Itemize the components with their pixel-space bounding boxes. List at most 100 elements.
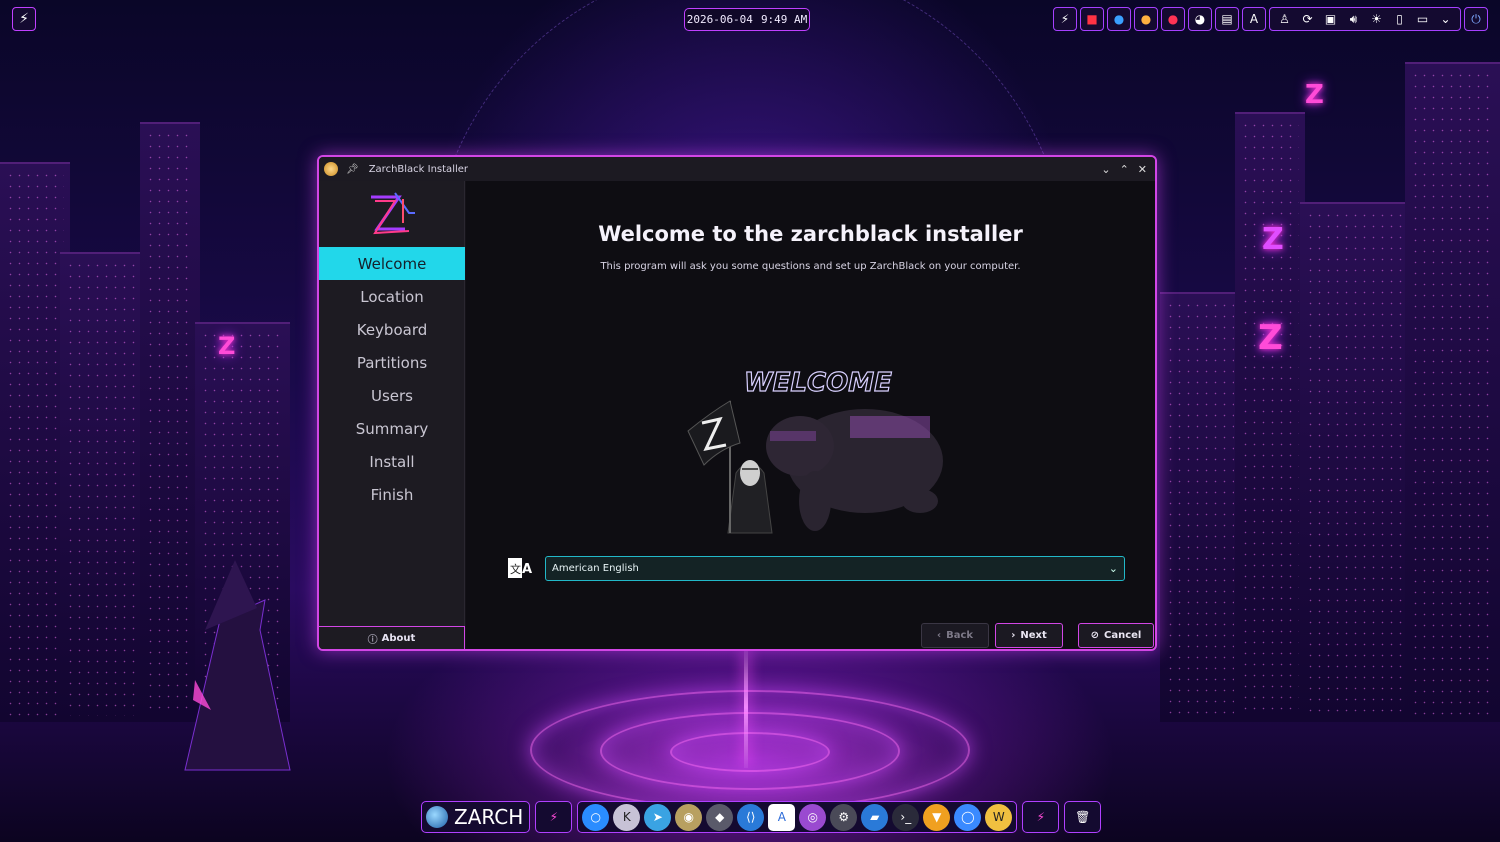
step-keyboard: Keyboard (356, 320, 428, 339)
chevron-down-icon: ⌄ (1108, 562, 1118, 575)
step-partitions: Partitions (356, 353, 428, 372)
wallpaper-building (60, 252, 150, 722)
power-icon: ⏻ (1471, 11, 1481, 26)
tray-palette[interactable]: ◕ (1188, 7, 1212, 31)
dock-app-telegram-icon[interactable]: ➤ (644, 803, 672, 831)
dock-app-kvantum-icon[interactable]: K (613, 803, 641, 831)
orange-app-icon: ● (1140, 12, 1152, 26)
water-ring (600, 712, 900, 790)
installer-app-icon (324, 162, 338, 176)
minimize-icon[interactable]: ⌄ (1101, 163, 1110, 176)
maximize-icon[interactable]: ⌃ (1120, 163, 1129, 176)
dock-app-vscode-icon[interactable]: ⟨⟩ (737, 803, 765, 831)
red-app-icon: ■ (1086, 12, 1098, 26)
dock-zarch-launcher-2[interactable]: ⚡ (1022, 801, 1060, 833)
dock: ZARCH ⚡ ○ K ➤ ◉ ◆ ⟨⟩ A ◎ ⚙ ▰ ›_ ▼ ◯ W ⚡ … (421, 801, 1102, 833)
zarch-logo-icon: ⚡ (1060, 12, 1070, 26)
dock-app-settings-icon[interactable]: ⚙ (830, 803, 858, 831)
zarch-logo-icon: ⚡ (549, 810, 559, 824)
neon-z-sign: Z (1262, 222, 1284, 257)
zarch-logo-icon: ⚡ (19, 11, 29, 27)
pin-icon[interactable]: 📌︎ (346, 164, 359, 175)
font-a-icon: A (1249, 12, 1259, 26)
chevron-right-icon: › (1011, 630, 1016, 641)
dock-app-writer-icon[interactable]: W (985, 803, 1013, 831)
dock-app-terminal-icon[interactable]: ›_ (892, 803, 920, 831)
terminal-icon[interactable]: ▣ (1320, 12, 1341, 26)
wallpaper-building (195, 322, 290, 722)
clock-date: 2026-06-04 (686, 13, 753, 26)
next-label: Next (1020, 630, 1047, 641)
tray-app-rose[interactable]: ● (1161, 7, 1185, 31)
light-beam (744, 648, 748, 768)
next-button[interactable]: › Next (995, 623, 1063, 648)
volume-icon[interactable]: 🔊︎ (1343, 12, 1364, 27)
window-icon: ▤ (1221, 12, 1233, 26)
step-users: Users (370, 386, 413, 405)
step-location: Location (360, 287, 424, 306)
clock[interactable]: 2026-06-04 9:49 AM (684, 8, 810, 31)
tray-font[interactable]: A (1242, 7, 1266, 31)
dock-app-gimp-icon[interactable]: ◉ (675, 803, 703, 831)
wallpaper-building (140, 122, 200, 722)
page-title: Welcome to the zarchblack installer (598, 222, 1023, 246)
dock-app-browser-icon[interactable]: ○ (582, 803, 610, 831)
close-icon[interactable]: ✕ (1138, 163, 1147, 176)
system-tray: ⚡ ■ ● ● ● ◕ ▤ A ♙ ⟳ ▣ 🔊︎ ☀ ▯ ▭ ⌄ ⏻ (1053, 7, 1488, 31)
battery-icon[interactable]: ▯ (1389, 12, 1410, 26)
dock-app-appstore-icon[interactable]: A (768, 803, 796, 831)
dock-trash[interactable]: 🗑︎ (1064, 801, 1102, 833)
tray-status-group: ♙ ⟳ ▣ 🔊︎ ☀ ▯ ▭ ⌄ (1269, 7, 1461, 31)
tray-app-zarch[interactable]: ⚡ (1053, 7, 1077, 31)
dock-app-chromium-icon[interactable]: ◯ (954, 803, 982, 831)
hooded-figure (727, 460, 773, 534)
wallpaper-building (1160, 292, 1240, 722)
zarch-brand-icon (426, 806, 448, 828)
launcher-button[interactable]: ⚡ (12, 7, 36, 31)
zarch-logo-icon: ⚡ (1036, 810, 1046, 824)
language-select[interactable]: American English ⌄ (545, 556, 1125, 581)
tray-app-orange[interactable]: ● (1134, 7, 1158, 31)
rose-app-icon: ● (1167, 12, 1179, 26)
step-finish: Finish (370, 485, 414, 504)
tray-window[interactable]: ▤ (1215, 7, 1239, 31)
wizard-figure (184, 560, 291, 771)
dock-app-inkscape-icon[interactable]: ◆ (706, 803, 734, 831)
language-icon: 文 A (508, 558, 532, 578)
power-button[interactable]: ⏻ (1464, 7, 1488, 31)
language-select-value: American English (552, 563, 639, 574)
dock-app-brave-icon[interactable]: ▼ (923, 803, 951, 831)
about-button[interactable]: ⓘ About (319, 626, 465, 649)
update-icon[interactable]: ⟳ (1297, 12, 1318, 26)
water-ring (670, 732, 830, 772)
about-label: About (381, 632, 416, 644)
tray-app-red[interactable]: ■ (1080, 7, 1104, 31)
brightness-icon[interactable]: ☀ (1366, 12, 1387, 26)
dock-app-shop-icon[interactable]: ◎ (799, 803, 827, 831)
dock-zarch-launcher[interactable]: ⚡ (535, 801, 573, 833)
welcome-graffiti-text: WELCOME (744, 368, 892, 398)
cancel-label: Cancel (1104, 630, 1142, 641)
dock-app-files-icon[interactable]: ▰ (861, 803, 889, 831)
installer-sidebar: Welcome Location Keyboard Partitions Use… (319, 181, 465, 649)
wallpaper-building (1235, 112, 1305, 722)
back-label: Back (946, 630, 974, 641)
back-button[interactable]: ‹ Back (921, 623, 989, 648)
svg-text:文: 文 (510, 562, 521, 576)
chevron-down-icon[interactable]: ⌄ (1435, 12, 1456, 26)
dock-brand-button[interactable]: ZARCH (421, 801, 531, 833)
info-icon: ⓘ (367, 634, 378, 646)
neon-z-sign: Z (1305, 80, 1324, 110)
cancel-button[interactable]: ⊘ Cancel (1078, 623, 1154, 648)
display-icon[interactable]: ▭ (1412, 12, 1433, 26)
step-welcome: Welcome (319, 247, 465, 280)
clock-time: 9:49 AM (760, 13, 808, 26)
cancel-icon: ⊘ (1090, 630, 1100, 641)
window-titlebar[interactable]: 📌︎ ZarchBlack Installer ⌄ ⌃ ✕ (319, 157, 1155, 181)
svg-text:A: A (522, 562, 532, 577)
window-title: ZarchBlack Installer (368, 163, 469, 175)
step-summary: Summary (355, 419, 429, 438)
page-subtitle: This program will ask you some questions… (600, 261, 1021, 272)
tray-app-blue[interactable]: ● (1107, 7, 1131, 31)
user-icon[interactable]: ♙ (1274, 12, 1295, 26)
